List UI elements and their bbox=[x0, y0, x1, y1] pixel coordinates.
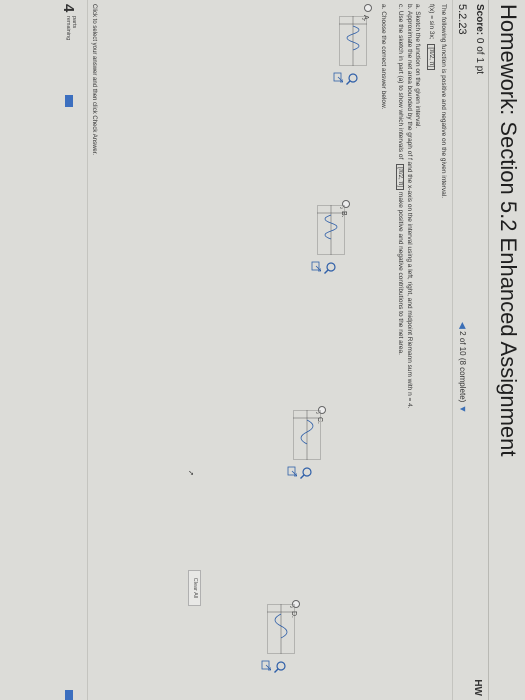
magnify-icon-a[interactable] bbox=[345, 72, 359, 86]
part-c-text-2: make positive and negative contributions… bbox=[397, 191, 404, 355]
screen: Homework: Section 5.2 Enhanced Assignmen… bbox=[0, 0, 525, 700]
graph-b: 2 bbox=[317, 205, 345, 255]
graph-d: 2 bbox=[267, 604, 295, 654]
score-display: Score: 0 of 1 pt bbox=[474, 4, 485, 74]
score-value: 0 of 1 pt bbox=[474, 37, 485, 75]
magnify-icon-c[interactable] bbox=[299, 466, 313, 480]
page-title: Homework: Section 5.2 Enhanced Assignmen… bbox=[496, 4, 521, 457]
header-divider bbox=[488, 0, 489, 700]
external-link-icon-a[interactable] bbox=[333, 72, 343, 83]
radio-a[interactable] bbox=[364, 4, 373, 12]
question-navigator: ◀ 2 of 10 (8 complete) ▼ bbox=[457, 322, 468, 413]
clear-all-button[interactable]: Clear All bbox=[188, 570, 201, 606]
homework-page: Homework: Section 5.2 Enhanced Assignmen… bbox=[0, 0, 525, 700]
svg-text:2: 2 bbox=[289, 606, 293, 608]
mouse-cursor-icon: ➚ bbox=[187, 470, 194, 476]
question-divider bbox=[452, 0, 453, 700]
answer-prompt: a. Choose the correct answer below. bbox=[380, 4, 387, 110]
parts-label-2: remaining bbox=[65, 16, 71, 41]
function-statement: f(x) = sin 3x; [π/2, π] bbox=[427, 4, 435, 71]
hw-label: HW bbox=[472, 679, 483, 696]
check-answer-button[interactable] bbox=[65, 690, 73, 700]
question-progress-text: 2 of 10 (8 complete) bbox=[458, 331, 467, 403]
graph-c: 2 bbox=[293, 410, 321, 460]
magnify-icon-d[interactable] bbox=[273, 660, 287, 674]
footer-instruction: Click to select your answer and then cli… bbox=[91, 4, 97, 156]
interval-box: [π/2, π] bbox=[427, 44, 435, 71]
score-label: Score: bbox=[474, 4, 485, 36]
function-text: f(x) = sin 3x; bbox=[428, 4, 435, 40]
parts-remaining-label: parts remaining bbox=[65, 16, 77, 40]
part-c-text-1: c. Use the sketch in part (a) to show wh… bbox=[397, 4, 404, 160]
magnify-icon-b[interactable] bbox=[323, 261, 337, 275]
part-a-text: a. Sketch the function on the given inte… bbox=[414, 4, 421, 129]
footer-divider bbox=[87, 0, 88, 700]
external-link-icon-c[interactable] bbox=[287, 466, 297, 477]
question-number: 5.2.23 bbox=[456, 4, 468, 35]
external-link-icon-b[interactable] bbox=[311, 261, 321, 272]
question-intro: The following function is positive and n… bbox=[440, 4, 447, 199]
triangle-right-icon[interactable]: ▼ bbox=[458, 405, 468, 414]
triangle-left-icon[interactable]: ◀ bbox=[458, 322, 468, 329]
external-link-icon-d[interactable] bbox=[261, 660, 271, 671]
progress-segment bbox=[65, 95, 73, 107]
part-c-text: c. Use the sketch in part (a) to show wh… bbox=[396, 4, 404, 355]
svg-text:2: 2 bbox=[315, 412, 319, 414]
graph-a: 2 bbox=[339, 16, 367, 66]
svg-text:2: 2 bbox=[339, 207, 343, 209]
parts-remaining-count: 4 bbox=[60, 4, 77, 13]
parts-label-1: parts bbox=[71, 16, 77, 29]
part-c-interval: [π/2, π] bbox=[396, 164, 404, 191]
svg-text:2: 2 bbox=[361, 18, 365, 20]
part-b-text: b. Approximate the net area bounded by t… bbox=[406, 4, 413, 409]
